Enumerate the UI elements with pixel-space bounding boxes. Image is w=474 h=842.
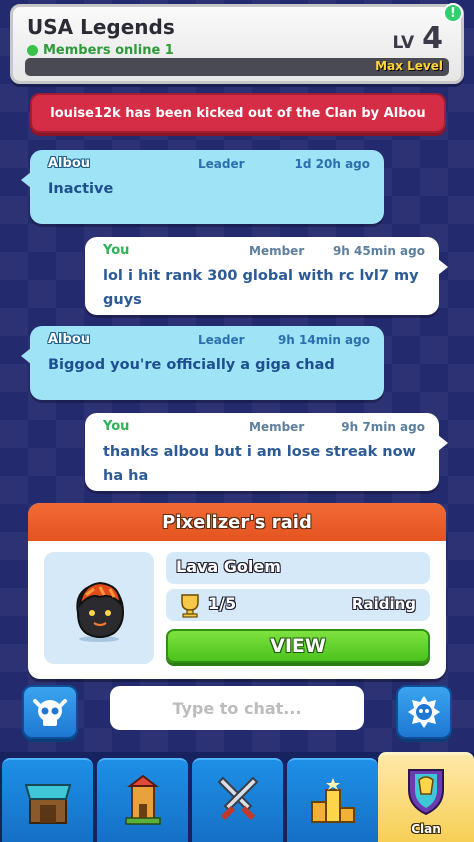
clan-shield-icon: [408, 768, 444, 815]
message-author: You: [103, 243, 130, 258]
message-role: Leader: [198, 333, 245, 347]
bubble-tail: [438, 435, 448, 451]
raid-header: Pixelizer's raid: [28, 503, 446, 541]
nav-clan[interactable]: Clan: [378, 752, 474, 842]
chat-message: Albou Leader 9h 14min ago Biggod you're …: [21, 326, 384, 400]
clan-header[interactable]: USA Legends Members online 1 LV 4 Max Le…: [10, 3, 464, 84]
message-role: Member: [249, 420, 305, 434]
clan-name: USA Legends: [27, 15, 175, 39]
battle-swords-icon: [217, 776, 258, 821]
message-text: Biggod you're officially a giga chad: [48, 357, 335, 373]
shop-icon: [24, 784, 71, 824]
emote-button[interactable]: [22, 685, 78, 739]
level-label: LV: [392, 33, 415, 53]
max-level-label: Max Level: [375, 59, 443, 73]
nav-clan-label: Clan: [411, 822, 441, 836]
bubble-tail: [21, 172, 31, 188]
leaderboard-icon: [310, 778, 355, 823]
castle-icon: [124, 774, 161, 825]
online-count: Members online 1: [43, 43, 174, 58]
info-icon[interactable]: !: [443, 3, 463, 23]
clan-settings-button[interactable]: [396, 685, 452, 739]
nav-shop[interactable]: [2, 758, 93, 842]
attempts-icon: [181, 594, 199, 618]
message-time: 9h 14min ago: [277, 333, 370, 347]
raid-progress-row: 1/5 Raiding: [166, 589, 430, 621]
bubble-tail: [21, 348, 31, 364]
online-status: Members online 1: [27, 43, 174, 58]
system-message: louise12k has been kicked out of the Cla…: [30, 93, 446, 133]
clan-level: LV 4: [392, 21, 443, 56]
raid-status: Raiding: [351, 595, 416, 613]
boss-name: Lava Golem: [176, 557, 281, 576]
boss-name-row: Lava Golem: [166, 552, 430, 584]
message-text: Inactive: [48, 181, 114, 197]
chat-message: You Member 9h 45min ago lol i hit rank 3…: [85, 237, 448, 315]
nav-leaderboard[interactable]: [287, 758, 378, 842]
level-progress-bar: Max Level: [25, 58, 449, 76]
skull-emote-icon: [33, 699, 67, 726]
bottom-nav: Clan: [0, 752, 474, 842]
raid-title: Pixelizer's raid: [162, 511, 312, 533]
chat-input[interactable]: [110, 686, 364, 730]
online-dot-icon: [27, 45, 38, 56]
message-time: 1d 20h ago: [294, 157, 370, 171]
message-author: Albou: [48, 332, 91, 347]
message-time: 9h 7min ago: [341, 420, 425, 434]
message-text: lol i hit rank 300 global with rc lvl7 m…: [103, 268, 419, 308]
message-author: You: [103, 419, 130, 434]
lava-golem-icon: [76, 581, 124, 642]
message-time: 9h 45min ago: [332, 244, 425, 258]
raid-card: Pixelizer's raid Lava Golem 1/5 Raiding …: [28, 503, 446, 679]
message-author: Albou: [48, 156, 91, 171]
message-text: thanks albou but i am lose streak now ha…: [103, 444, 416, 484]
message-role: Leader: [198, 157, 245, 171]
nav-battle[interactable]: [192, 758, 283, 842]
chat-message: Albou Leader 1d 20h ago Inactive: [21, 150, 384, 224]
raid-progress: 1/5: [208, 594, 237, 613]
boss-portrait: [44, 552, 154, 664]
chat-message: You Member 9h 7min ago thanks albou but …: [85, 413, 448, 491]
settings-mascot-icon: [408, 696, 440, 728]
bubble-tail: [438, 259, 448, 275]
message-role: Member: [249, 244, 305, 258]
nav-castle[interactable]: [97, 758, 188, 842]
level-value: 4: [422, 21, 443, 56]
view-raid-button[interactable]: VIEW: [166, 629, 430, 663]
